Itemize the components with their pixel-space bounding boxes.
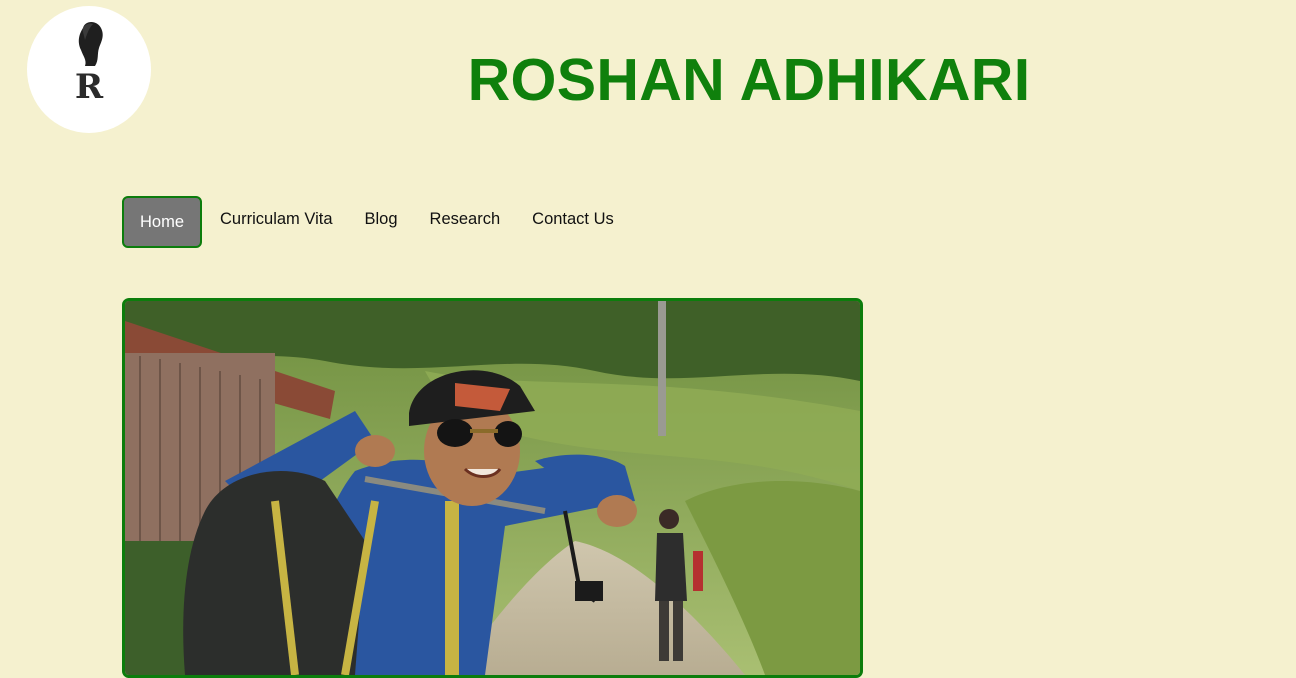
nav-item-contact-us[interactable]: Contact Us <box>516 196 630 248</box>
site-title: ROSHAN ADHIKARI <box>467 47 1031 113</box>
logo-letter: R <box>74 67 104 107</box>
main-nav: Home Curriculam Vita Blog Research Conta… <box>122 196 630 248</box>
hero-photo <box>122 298 863 678</box>
site-logo[interactable]: R <box>27 6 151 133</box>
nav-item-home[interactable]: Home <box>122 196 203 248</box>
hiker-photo-icon <box>125 301 860 675</box>
nav-item-curriculam-vita[interactable]: Curriculam Vita <box>204 196 348 248</box>
nav-item-research[interactable]: Research <box>414 196 517 248</box>
nav-item-blog[interactable]: Blog <box>349 196 414 248</box>
